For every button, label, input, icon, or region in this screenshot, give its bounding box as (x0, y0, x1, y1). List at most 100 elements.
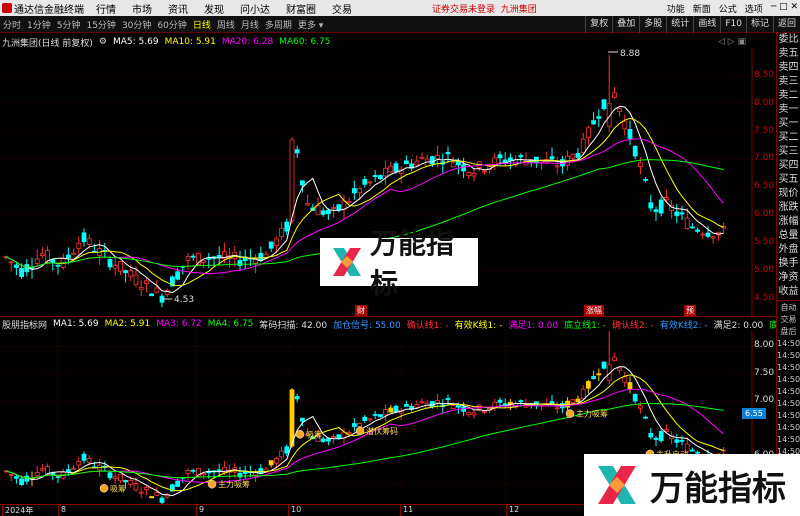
indicator-candle-body (112, 476, 118, 480)
candle-body (81, 232, 87, 243)
indicator-candle-body (268, 460, 274, 466)
f10-button[interactable]: F10 (720, 16, 746, 33)
menu-ask[interactable]: 问小达 (232, 1, 278, 16)
indicator-candle-body (40, 468, 45, 471)
trade-label: 14:50 (777, 387, 800, 396)
indicator-candle-body (638, 405, 643, 409)
main-axis-label: 6.00 (754, 209, 775, 220)
tab-5min[interactable]: 5分钟 (54, 18, 84, 31)
indicator-candle-body (617, 367, 622, 371)
tab-weekly[interactable]: 周线 (214, 18, 238, 31)
settings-icon[interactable]: ⚙ (99, 37, 107, 47)
restore-rights-button[interactable]: 复权 (585, 16, 612, 33)
candle-body (383, 167, 389, 177)
candle-body (299, 180, 305, 186)
menu-new[interactable]: 新面 (693, 2, 711, 15)
tab-daily[interactable]: 日线 (190, 18, 214, 31)
window-controls[interactable]: ─ □ ✕ (771, 2, 798, 15)
indicator-candle-body (393, 405, 399, 413)
quote-label: 卖四 (778, 62, 799, 73)
quote-label: 收益 (778, 286, 799, 297)
stats-button[interactable]: 统计 (666, 16, 693, 33)
indicator-candle-body (258, 468, 264, 474)
overlay-button[interactable]: 叠加 (612, 16, 639, 33)
main-axis-label: 4.50 (754, 292, 775, 303)
draw-button[interactable]: 画线 (693, 16, 720, 33)
menu-trade[interactable]: 交易 (324, 1, 360, 16)
indicator-candle-body (76, 461, 82, 466)
watermark-corner-logo-icon (594, 462, 640, 508)
ma5-label: MA5: 5.69 (112, 37, 159, 47)
marker-forecast[interactable]: 预 (684, 305, 696, 316)
period-tabbar: 分时 1分钟 5分钟 15分钟 30分钟 60分钟 日线 周线 月线 多周期 更… (0, 16, 800, 33)
ind-ma1: MA1: 5.69 (53, 319, 99, 329)
tab-15min[interactable]: 15分钟 (83, 18, 118, 31)
ind-bottom1: 底立线1: - (564, 320, 606, 331)
indicator-candle-body (325, 438, 331, 442)
candle-body (66, 254, 71, 259)
candle-body (346, 200, 352, 203)
marker-limit-up[interactable]: 涨幅 (584, 305, 604, 316)
back-button[interactable]: 返回 (772, 16, 800, 33)
candle-body (695, 229, 700, 232)
menu-discover[interactable]: 发现 (196, 1, 232, 16)
tab-multi[interactable]: 多周期 (262, 18, 295, 31)
indicator-candle-body (55, 476, 61, 479)
candle-body (507, 157, 513, 161)
indicator-candle-body (612, 356, 617, 361)
mark-button[interactable]: 标记 (745, 16, 773, 33)
indicator-title[interactable]: 股朋指标网 (2, 318, 47, 331)
marker-finance[interactable]: 财 (355, 305, 367, 316)
candle-body (305, 203, 311, 206)
candle-body (331, 207, 337, 209)
multi-stock-button[interactable]: 多股 (639, 16, 666, 33)
candle-body (107, 259, 113, 268)
indicator-candle-body (497, 399, 503, 403)
chip-annotation: 吸筹 (306, 429, 322, 439)
chip-annotation: 主力吸筹 (218, 479, 250, 489)
quote-label: 卖一 (778, 104, 799, 115)
candle-body (201, 260, 207, 263)
tab-30min[interactable]: 30分钟 (119, 18, 154, 31)
date-tick: 2024年 (2, 505, 33, 516)
menu-wealth[interactable]: 财富圈 (278, 1, 324, 16)
watermark-text: 万能指标 (370, 227, 455, 300)
tab-60min[interactable]: 60分钟 (154, 18, 189, 31)
panel-controls[interactable]: ◁ ▷ ▣ (718, 37, 746, 47)
ind-add-signal: 加仓信号: 55.00 (333, 320, 401, 331)
candle-body (315, 205, 321, 215)
candle-body (289, 139, 295, 222)
indicator-candle-body (549, 401, 555, 404)
indicator-candle-body (586, 381, 591, 389)
indicator-candle-body (554, 407, 560, 410)
menu-news[interactable]: 资讯 (160, 1, 196, 16)
main-axis-label: 8.00 (754, 97, 775, 108)
app-logo-icon (2, 3, 12, 13)
quote-label: 委比 (778, 34, 799, 45)
watermark-corner: 万能指标 (584, 454, 800, 516)
indicator-candle-body (331, 436, 337, 439)
ind-satisfy2: 满足2: 0.00 (713, 320, 764, 331)
chart-title[interactable]: 九洲集团(日线 前复权) (2, 36, 93, 49)
indicator-axis-label: 7.50 (754, 367, 775, 378)
menu-quotes[interactable]: 行情 (88, 1, 124, 16)
menu-formula[interactable]: 公式 (719, 2, 737, 15)
chip-annotation: 潜伏筹码 (366, 426, 398, 436)
menu-market[interactable]: 市场 (124, 1, 160, 16)
trade-label: 14:50 (777, 375, 800, 384)
candle-body (320, 210, 326, 215)
tab-1min[interactable]: 1分钟 (24, 18, 54, 31)
tab-intraday[interactable]: 分时 (0, 18, 24, 31)
login-notice[interactable]: 证券交易未登录 九洲集团 (432, 2, 537, 15)
chip-signal-icon (207, 479, 217, 489)
indicator-candle-body (320, 438, 326, 442)
menu-options[interactable]: 选项 (745, 2, 763, 15)
tab-monthly[interactable]: 月线 (238, 18, 262, 31)
tab-more[interactable]: 更多 ▾ (295, 18, 326, 31)
menu-function[interactable]: 功能 (667, 2, 685, 15)
candle-body (414, 160, 420, 166)
candle-body (632, 145, 638, 157)
menu-right: 功能 新面 公式 选项 ─ □ ✕ (667, 2, 798, 15)
indicator-candle-body (435, 400, 441, 404)
candle-body (34, 258, 40, 264)
